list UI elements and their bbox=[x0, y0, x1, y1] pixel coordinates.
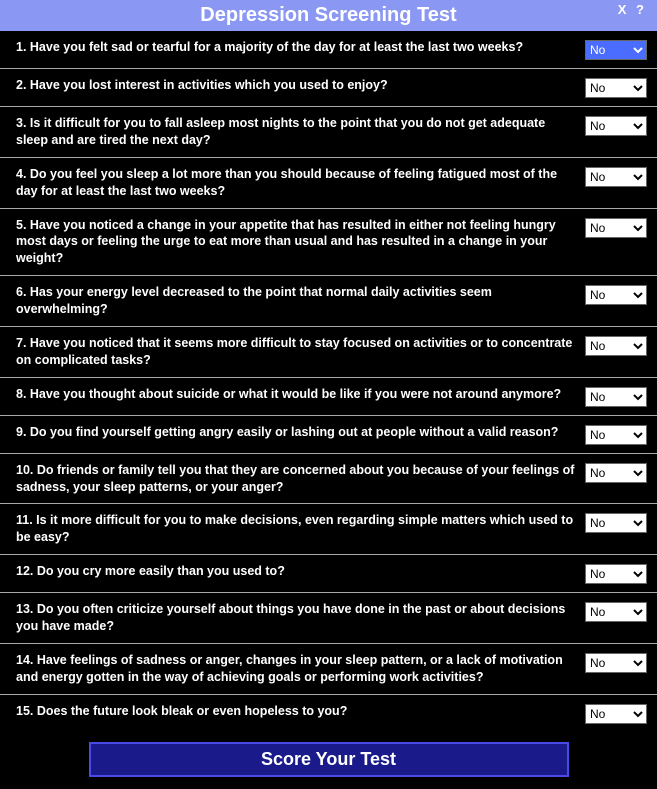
question-text: 1. Have you felt sad or tearful for a ma… bbox=[16, 39, 585, 56]
question-row: 6. Has your energy level decreased to th… bbox=[0, 276, 657, 327]
answer-select[interactable]: NoYes bbox=[585, 167, 647, 187]
question-text: 10. Do friends or family tell you that t… bbox=[16, 462, 585, 496]
question-row: 12. Do you cry more easily than you used… bbox=[0, 555, 657, 593]
question-row: 1. Have you felt sad or tearful for a ma… bbox=[0, 31, 657, 69]
footer: Score Your Test bbox=[0, 732, 657, 789]
answer-select[interactable]: NoYes bbox=[585, 425, 647, 445]
question-text: 3. Is it difficult for you to fall aslee… bbox=[16, 115, 585, 149]
question-row: 9. Do you find yourself getting angry ea… bbox=[0, 416, 657, 454]
header-controls: X ? bbox=[618, 2, 647, 17]
question-row: 5. Have you noticed a change in your app… bbox=[0, 209, 657, 277]
question-text: 15. Does the future look bleak or even h… bbox=[16, 703, 585, 720]
question-row: 11. Is it more difficult for you to make… bbox=[0, 504, 657, 555]
answer-select[interactable]: NoYes bbox=[585, 285, 647, 305]
question-text: 5. Have you noticed a change in your app… bbox=[16, 217, 585, 268]
answer-select[interactable]: NoYes bbox=[585, 564, 647, 584]
answer-select[interactable]: NoYes bbox=[585, 336, 647, 356]
question-text: 2. Have you lost interest in activities … bbox=[16, 77, 585, 94]
question-text: 4. Do you feel you sleep a lot more than… bbox=[16, 166, 585, 200]
question-text: 14. Have feelings of sadness or anger, c… bbox=[16, 652, 585, 686]
question-row: 4. Do you feel you sleep a lot more than… bbox=[0, 158, 657, 209]
answer-select[interactable]: NoYes bbox=[585, 602, 647, 622]
help-button[interactable]: ? bbox=[636, 2, 647, 17]
question-text: 11. Is it more difficult for you to make… bbox=[16, 512, 585, 546]
question-text: 12. Do you cry more easily than you used… bbox=[16, 563, 585, 580]
question-text: 13. Do you often criticize yourself abou… bbox=[16, 601, 585, 635]
question-row: 8. Have you thought about suicide or wha… bbox=[0, 378, 657, 416]
question-row: 10. Do friends or family tell you that t… bbox=[0, 454, 657, 505]
answer-select[interactable]: NoYes bbox=[585, 78, 647, 98]
question-row: 3. Is it difficult for you to fall aslee… bbox=[0, 107, 657, 158]
question-text: 8. Have you thought about suicide or wha… bbox=[16, 386, 585, 403]
question-row: 13. Do you often criticize yourself abou… bbox=[0, 593, 657, 644]
answer-select[interactable]: NoYes bbox=[585, 116, 647, 136]
answer-select[interactable]: NoYes bbox=[585, 513, 647, 533]
question-text: 6. Has your energy level decreased to th… bbox=[16, 284, 585, 318]
answer-select[interactable]: NoYes bbox=[585, 218, 647, 238]
window-header: Depression Screening Test X ? bbox=[0, 0, 657, 31]
question-row: 15. Does the future look bleak or even h… bbox=[0, 695, 657, 732]
question-row: 2. Have you lost interest in activities … bbox=[0, 69, 657, 107]
questionnaire: 1. Have you felt sad or tearful for a ma… bbox=[0, 31, 657, 732]
answer-select[interactable]: NoYes bbox=[585, 387, 647, 407]
answer-select[interactable]: NoYes bbox=[585, 463, 647, 483]
answer-select[interactable]: NoYes bbox=[585, 704, 647, 724]
question-row: 14. Have feelings of sadness or anger, c… bbox=[0, 644, 657, 695]
close-button[interactable]: X bbox=[618, 2, 630, 17]
question-text: 7. Have you noticed that it seems more d… bbox=[16, 335, 585, 369]
answer-select[interactable]: NoYes bbox=[585, 40, 647, 60]
question-text: 9. Do you find yourself getting angry ea… bbox=[16, 424, 585, 441]
answer-select[interactable]: NoYes bbox=[585, 653, 647, 673]
question-row: 7. Have you noticed that it seems more d… bbox=[0, 327, 657, 378]
score-button[interactable]: Score Your Test bbox=[89, 742, 569, 777]
window-title: Depression Screening Test bbox=[200, 4, 456, 26]
